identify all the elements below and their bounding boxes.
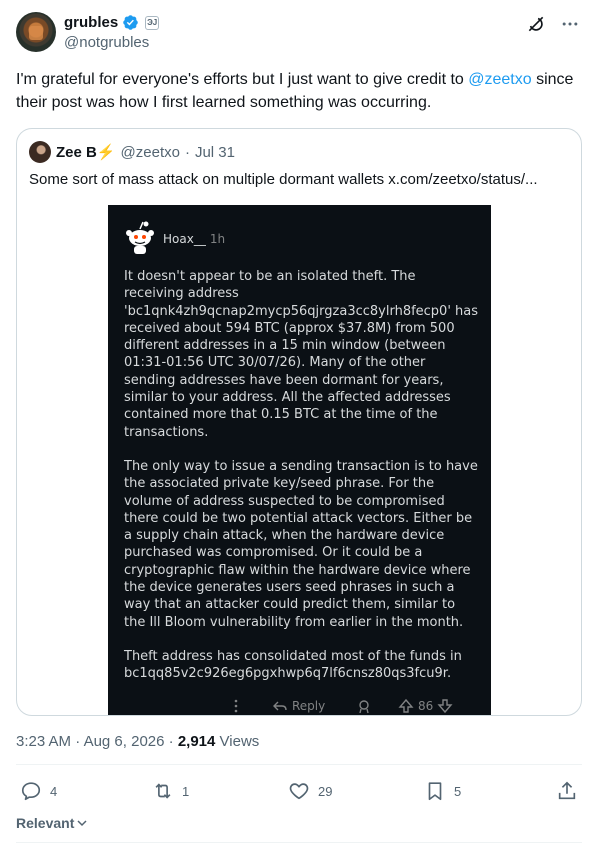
avatar[interactable] (16, 12, 56, 52)
reddit-paragraph: The only way to issue a sending transact… (124, 458, 478, 630)
repost-count: 1 (182, 783, 190, 799)
sort-replies-dropdown[interactable]: Relevant (16, 815, 88, 831)
repost-button[interactable]: 1 (152, 780, 189, 802)
reddit-time: 1h (209, 232, 226, 246)
author-name-line: grubles ЭЈ (64, 14, 160, 31)
share-icon (558, 781, 576, 800)
meta-separator: · (168, 733, 174, 750)
reddit-more-icon (234, 699, 238, 713)
upvote-icon (398, 698, 414, 713)
reply-icon (21, 782, 41, 801)
quoted-tweet-header: Zee B⚡ @zeetxo · Jul 31 (29, 141, 235, 163)
reddit-screenshot-image[interactable]: Hoax__ 1h It doesn't appear to be an isol… (108, 205, 491, 715)
mention-link[interactable]: @zeetxo (468, 71, 531, 88)
reddit-vote-count: 86 (418, 699, 434, 713)
views-count: 2,914 (177, 733, 216, 750)
reply-count: 4 (50, 783, 58, 799)
meta-separator: · (75, 733, 81, 750)
divider (16, 842, 582, 843)
affiliate-badge-icon[interactable]: ЭЈ (145, 15, 160, 30)
reddit-comment-body: It doesn't appear to be an isolated thef… (124, 268, 479, 700)
tweet-meta: 3:23 AM · Aug 6, 2026 · 2,914 Views (16, 733, 259, 750)
quoted-avatar (29, 141, 51, 163)
views-label: Views (219, 733, 260, 750)
heart-icon (289, 783, 309, 800)
tweet-text: I'm grateful for everyone's efforts but … (16, 68, 584, 114)
share-button[interactable] (556, 780, 578, 802)
reply-button[interactable]: 4 (20, 780, 57, 802)
reddit-username: Hoax__ (163, 232, 206, 246)
reddit-votes: 86 (398, 698, 453, 714)
quoted-tweet[interactable]: Zee B⚡ @zeetxo · Jul 31 Some sort of mas… (16, 128, 582, 716)
downvote-icon (437, 699, 453, 714)
bookmark-icon (428, 782, 442, 801)
reddit-snoo-icon (126, 221, 154, 254)
reddit-username-line: Hoax__ 1h (163, 232, 225, 246)
reddit-reply-label: Reply (292, 699, 326, 713)
reddit-action-bar: Reply 86 (108, 698, 491, 715)
divider (16, 764, 582, 765)
tweet-header: grubles ЭЈ @notgrubles (16, 12, 582, 56)
tweet-time[interactable]: 3:23 AM (16, 733, 71, 750)
quoted-text: Some sort of mass attack on multiple dor… (29, 171, 538, 188)
author-handle[interactable]: @notgrubles (64, 34, 149, 51)
more-options-icon[interactable] (560, 14, 580, 34)
like-button[interactable]: 29 (288, 780, 332, 802)
grok-icon[interactable] (526, 14, 546, 34)
reddit-award-icon (359, 700, 369, 714)
repost-icon (155, 783, 171, 799)
quoted-display-name: Zee B⚡ (56, 144, 116, 161)
chevron-down-icon (77, 820, 87, 827)
reddit-reply-icon (273, 701, 287, 711)
quoted-date: Jul 31 (194, 143, 235, 161)
header-actions (526, 14, 580, 34)
like-count: 29 (318, 783, 333, 799)
bookmark-count: 5 (454, 783, 462, 799)
verified-badge-icon[interactable] (122, 14, 139, 31)
tweet-action-bar: 4 1 29 5 (16, 780, 582, 804)
sort-label: Relevant (16, 815, 75, 831)
reddit-reply: Reply (272, 698, 325, 714)
tweet-text-before: I'm grateful for everyone's efforts but … (16, 71, 469, 88)
tweet-date[interactable]: Aug 6, 2026 (84, 733, 165, 750)
quoted-handle: @zeetxo (120, 143, 180, 161)
quoted-separator: · (184, 143, 190, 161)
reddit-paragraph: It doesn't appear to be an isolated thef… (124, 269, 479, 440)
reddit-paragraph: Theft address has consolidated most of t… (124, 648, 462, 682)
author-display-name[interactable]: grubles (64, 14, 118, 31)
bookmark-button[interactable]: 5 (424, 780, 461, 802)
